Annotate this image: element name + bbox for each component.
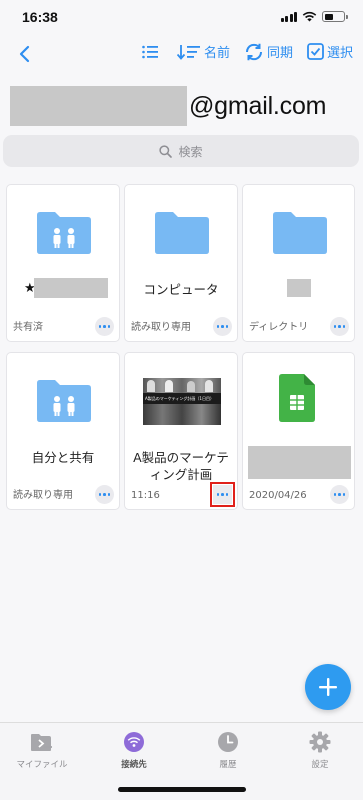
file-item[interactable]: 2020/04/26	[242, 352, 355, 510]
card-meta: 読み取り専用	[13, 490, 73, 501]
spreadsheet-icon	[279, 374, 315, 422]
more-options-button[interactable]	[210, 482, 235, 507]
tab-bar: マイファイル 接続先 履歴 設定	[0, 722, 363, 800]
sort-button[interactable]: 名前	[176, 42, 230, 61]
card-meta: 11:16	[131, 490, 160, 501]
signal-icon	[280, 11, 297, 22]
search-placeholder: 検索	[178, 144, 203, 159]
card-meta: ディレクトリ	[249, 322, 309, 333]
thumbnail-caption: A製品のマーケティング計画（1日目）	[145, 396, 214, 401]
card-name-redacted	[34, 278, 108, 298]
search-input[interactable]: 検索	[3, 135, 359, 167]
back-icon[interactable]	[14, 42, 36, 66]
wifi-icon	[124, 732, 144, 752]
folder-icon	[273, 212, 327, 254]
more-options-button[interactable]	[95, 317, 114, 336]
file-item[interactable]: ディレクトリ	[242, 184, 355, 342]
account-title: @gmail.com	[10, 86, 326, 126]
tab-history[interactable]: 履歴	[188, 729, 268, 770]
tab-label: 設定	[311, 760, 329, 770]
folder-icon	[155, 212, 209, 254]
search-icon	[159, 144, 173, 158]
card-meta: 2020/04/26	[249, 490, 307, 501]
file-item[interactable]: コンピュータ 読み取り専用	[124, 184, 238, 342]
my-files-icon	[31, 734, 52, 751]
home-indicator	[118, 787, 246, 792]
sort-label: 名前	[203, 46, 230, 61]
gear-icon	[309, 731, 331, 753]
more-options-button[interactable]	[330, 485, 349, 504]
file-item[interactable]: A製品のマーケティング計画（1日目） A製品のマーケティング計画 11:16	[124, 352, 238, 510]
tab-label: マイファイル	[16, 760, 68, 770]
shared-folder-icon	[37, 380, 91, 422]
sort-icon	[176, 44, 200, 60]
toolbar: 名前 同期 選択	[127, 42, 353, 61]
wifi-status-icon	[302, 11, 317, 22]
file-item[interactable]: ★ 共有済	[6, 184, 120, 342]
tab-label: 履歴	[219, 760, 237, 770]
add-button[interactable]	[305, 664, 351, 710]
tab-my-files[interactable]: マイファイル	[2, 729, 82, 770]
list-view-button[interactable]	[141, 44, 159, 60]
card-name-redacted	[248, 446, 351, 479]
account-email-domain: @gmail.com	[189, 91, 327, 120]
nav-bar: 名前 同期 選択	[0, 38, 363, 70]
file-item[interactable]: 自分と共有 読み取り専用	[6, 352, 120, 510]
battery-icon	[322, 11, 348, 22]
select-label: 選択	[326, 46, 353, 61]
sync-icon	[245, 43, 262, 60]
card-name: 自分と共有	[31, 450, 95, 465]
sync-button[interactable]: 同期	[244, 42, 293, 61]
card-name: コンピュータ	[143, 282, 219, 297]
tab-label: 接続先	[121, 760, 147, 770]
account-name-redacted	[10, 86, 187, 126]
status-icons	[280, 11, 348, 22]
card-name: A製品のマーケティング計画	[133, 450, 229, 482]
more-options-button[interactable]	[330, 317, 349, 336]
list-icon	[142, 45, 158, 58]
tab-connections[interactable]: 接続先	[94, 729, 174, 770]
select-button[interactable]: 選択	[307, 42, 353, 61]
clock-icon	[218, 732, 238, 752]
card-meta: 共有済	[13, 322, 43, 333]
sync-label: 同期	[266, 46, 293, 61]
status-bar: 16:38	[0, 0, 363, 34]
status-time: 16:38	[22, 9, 58, 25]
shared-folder-icon	[37, 212, 91, 254]
video-thumbnail: A製品のマーケティング計画（1日目）	[143, 378, 221, 425]
card-name-redacted	[287, 279, 311, 297]
tab-settings[interactable]: 設定	[280, 729, 360, 770]
select-checkbox-icon	[307, 43, 324, 60]
card-meta: 読み取り専用	[131, 322, 191, 333]
more-options-button[interactable]	[95, 485, 114, 504]
more-options-button[interactable]	[213, 317, 232, 336]
plus-icon	[319, 678, 337, 696]
